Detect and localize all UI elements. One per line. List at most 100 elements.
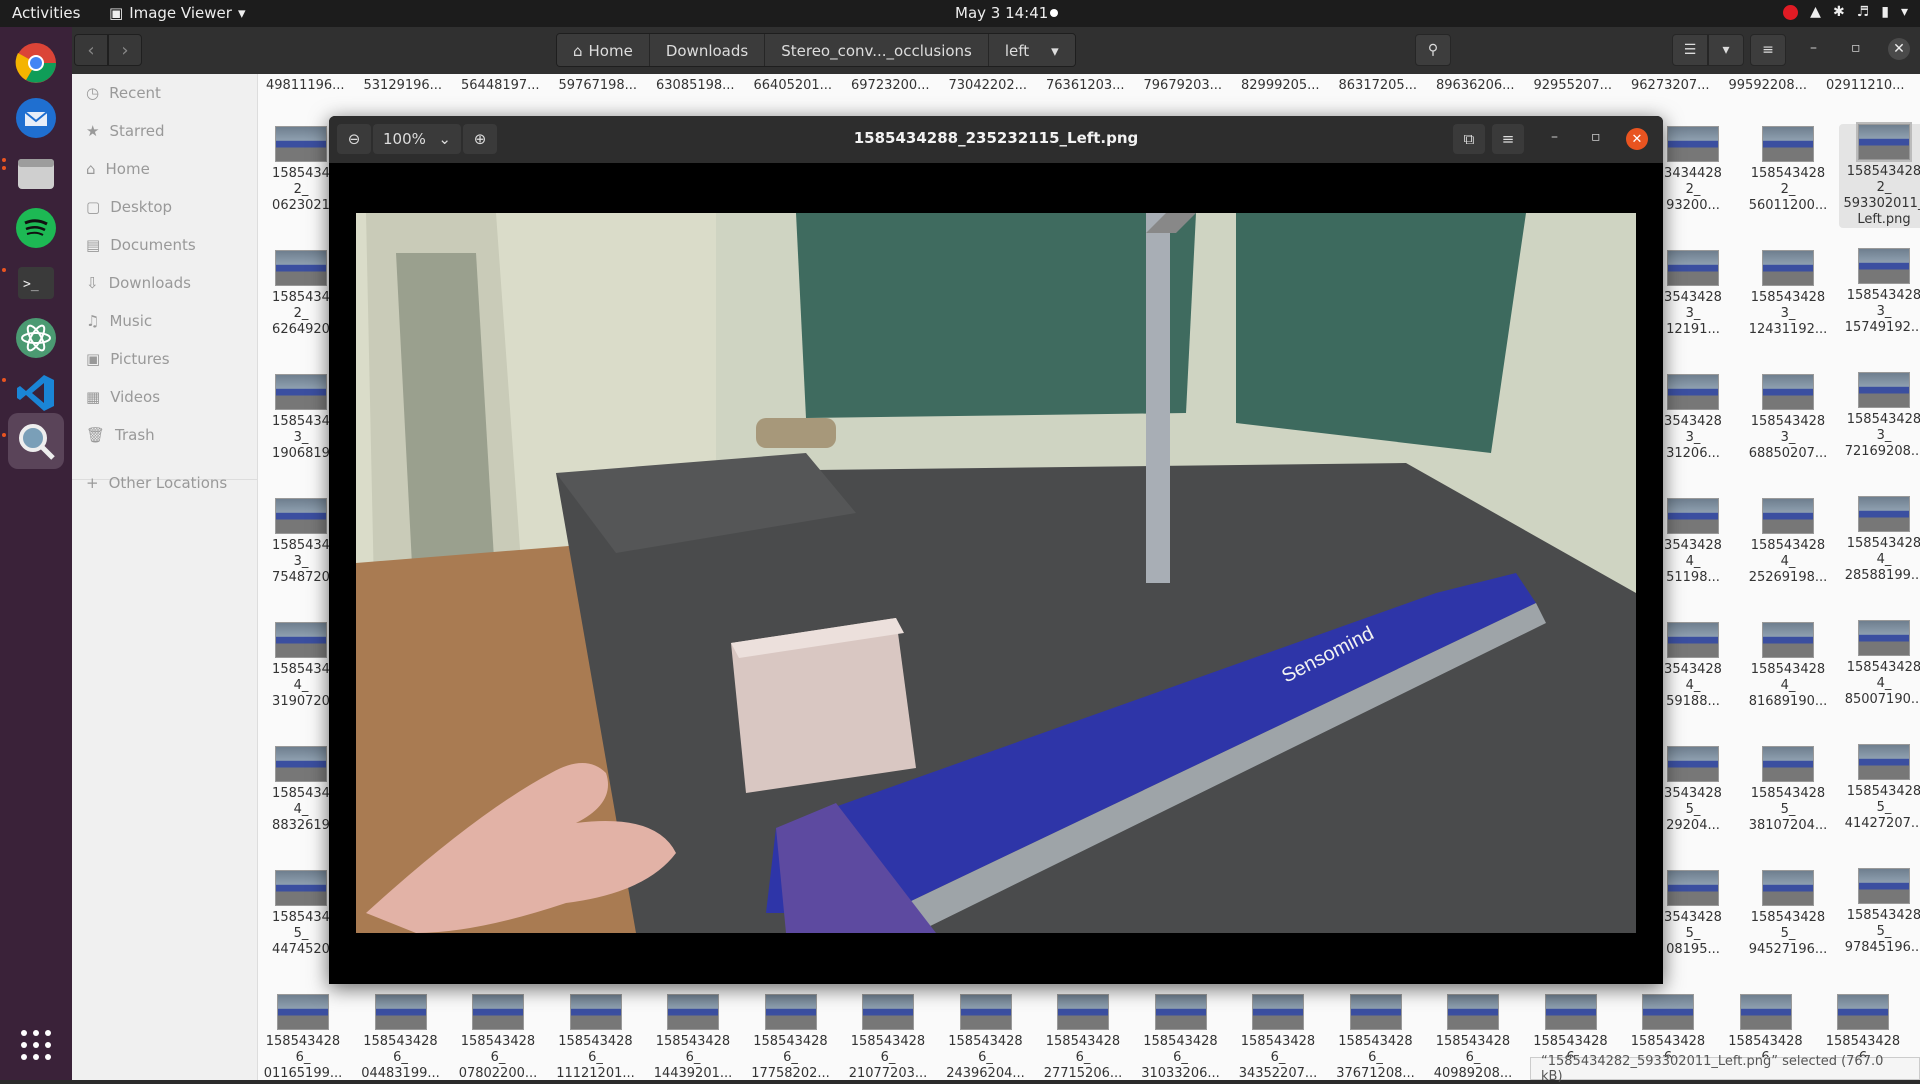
viewer-menu-button[interactable]: ≡ [1492, 124, 1524, 154]
close-button[interactable]: ✕ [1888, 38, 1910, 60]
sidebar-item-videos[interactable]: ▦ Videos [86, 382, 160, 412]
activities-button[interactable]: Activities [12, 4, 80, 22]
file-name-partial[interactable]: 89636206... [1436, 78, 1515, 93]
clock[interactable]: May 3 14:41 [955, 4, 1048, 22]
sidebar-item-starred[interactable]: ★ Starred [86, 116, 165, 146]
file-name-line: 6_ [393, 1050, 408, 1065]
file-name-line: 68850207... [1748, 446, 1828, 461]
image-thumbnail [1739, 994, 1792, 1030]
file-item[interactable]: 158543428 5_ 41427207... [1839, 744, 1920, 832]
file-name-line: 5_ [1876, 800, 1892, 815]
do-not-disturb-icon[interactable] [1783, 4, 1799, 20]
file-name-partial[interactable]: 73042202... [949, 78, 1028, 93]
file-name-partial[interactable]: 92955207... [1534, 78, 1613, 93]
sidebar-item-trash[interactable]: 🗑 Trash [86, 420, 155, 450]
sidebar-item-pictures[interactable]: ▣ Pictures [86, 344, 170, 374]
rotate-icon: ⧉ [1463, 130, 1475, 148]
file-name-partial[interactable]: 99592208... [1729, 78, 1808, 93]
crumb-downloads[interactable]: Downloads [649, 34, 766, 66]
list-view-button[interactable]: ☰ [1672, 34, 1708, 66]
sidebar-item-recent[interactable]: ◷ Recent [86, 78, 161, 108]
file-item[interactable]: 158543428 3_ 68850207... [1743, 374, 1833, 462]
view-options-button[interactable]: ▾ [1708, 34, 1744, 66]
file-item[interactable]: 158543428 5_ 38107204... [1743, 746, 1833, 834]
maximize-button[interactable]: ▫ [1851, 40, 1861, 56]
sidebar-item-music[interactable]: ♫ Music [86, 306, 152, 336]
dock-spotify[interactable] [8, 200, 64, 256]
file-item[interactable]: 158543428 4_ 28588199... [1839, 496, 1920, 584]
file-item[interactable]: 158543428 6_ 07802200... [453, 994, 543, 1080]
image-thumbnail [1447, 994, 1499, 1030]
file-item[interactable]: 158543428 4_ 81689190... [1743, 622, 1833, 710]
viewer-minimize-button[interactable]: – [1551, 129, 1558, 145]
file-item[interactable]: 158543428 5_ 94527196... [1743, 870, 1833, 958]
file-item[interactable]: 158543428 6_ 11121201... [551, 994, 641, 1080]
back-button[interactable]: ‹ [74, 34, 108, 66]
file-name-partial[interactable]: 69723200... [851, 78, 930, 93]
rotate-button[interactable]: ⧉ [1453, 124, 1485, 154]
file-name-partial[interactable]: 49811196... [266, 78, 345, 93]
file-item[interactable]: 158543428 5_ 97845196... [1839, 868, 1920, 956]
viewer-close-button[interactable]: ✕ [1626, 128, 1648, 150]
file-item[interactable]: 158543428 6_ 34352207... [1233, 994, 1323, 1080]
app-menu[interactable]: ▣ Image Viewer ▾ [109, 4, 245, 22]
file-item[interactable]: 158543428 4_ 85007190... [1839, 620, 1920, 708]
sidebar-item-documents[interactable]: ▤ Documents [86, 230, 196, 260]
show-apps-button[interactable] [8, 1017, 64, 1073]
file-item[interactable]: 158543428 3_ 12431192... [1743, 250, 1833, 338]
menu-button[interactable]: ≡ [1750, 34, 1786, 66]
file-name-partial[interactable]: 56448197... [461, 78, 540, 93]
dock-thunderbird[interactable] [8, 90, 64, 146]
dock-terminal[interactable]: >_ [8, 255, 64, 311]
file-name-partial[interactable]: 63085198... [656, 78, 735, 93]
minimize-button[interactable]: – [1810, 40, 1817, 56]
file-name-partial[interactable]: 66405201... [754, 78, 833, 93]
file-name-line: 158543428 [1435, 1034, 1511, 1049]
search-button[interactable]: ⚲ [1415, 34, 1451, 66]
file-item[interactable]: 158543428 6_ 21077203... [843, 994, 933, 1080]
dock-files[interactable] [8, 145, 64, 201]
file-item[interactable]: 158543428 3_ 15749192... [1839, 248, 1920, 336]
file-item[interactable]: 158543428 2_ 593302011_ Left.png [1839, 122, 1920, 228]
file-item[interactable]: 158543428 6_ 14439201... [648, 994, 738, 1080]
crumb-left[interactable]: left ▾ [988, 34, 1075, 66]
file-item[interactable]: 158543428 6_ 31033206... [1136, 994, 1226, 1080]
file-name-partial[interactable]: 82999205... [1241, 78, 1320, 93]
image-thumbnail [275, 498, 327, 534]
system-tray[interactable]: ▲ ✱ ♬ ▮ ▾ [1783, 4, 1908, 20]
crumb-home[interactable]: ⌂ Home [557, 34, 650, 66]
file-name-line: 21077203... [848, 1066, 928, 1080]
file-item[interactable]: 158543428 6_ 04483199... [356, 994, 446, 1080]
app-name: Image Viewer [129, 4, 232, 22]
dock-image-viewer[interactable] [8, 413, 64, 469]
file-name-partial[interactable]: 53129196... [364, 78, 443, 93]
sidebar-item-downloads[interactable]: ⇩ Downloads [86, 268, 191, 298]
file-name-partial[interactable]: 86317205... [1339, 78, 1418, 93]
file-name-line: 158543428 [1533, 1034, 1608, 1049]
file-item[interactable]: 158543428 4_ 25269198... [1743, 498, 1833, 586]
file-item[interactable]: 158543428 3_ 72169208... [1839, 372, 1920, 460]
file-item[interactable]: 158543428 2_ 56011200... [1743, 126, 1833, 214]
file-item[interactable]: 158543428 6_ 17758202... [746, 994, 836, 1080]
file-name-line: 158543428 [1750, 662, 1826, 677]
file-name-partial[interactable]: 76361203... [1046, 78, 1125, 93]
file-name-partial[interactable]: 96273207... [1631, 78, 1710, 93]
crumb-stereo[interactable]: Stereo_conv..._occlusions [765, 34, 989, 66]
dock-atom[interactable] [8, 310, 64, 366]
viewer-maximize-button[interactable]: ▫ [1591, 129, 1601, 145]
file-name-line: 158543428 [1750, 786, 1826, 801]
file-name-partial[interactable]: 59767198... [559, 78, 638, 93]
file-item[interactable]: 158543428 6_ 40989208... [1428, 994, 1518, 1080]
sidebar-item-home[interactable]: ⌂ Home [86, 154, 150, 184]
sidebar-item-other-locations[interactable]: + Other Locations [86, 468, 227, 498]
sidebar-item-desktop[interactable]: ▢ Desktop [86, 192, 172, 222]
file-name-partial[interactable]: 79679203... [1144, 78, 1223, 93]
file-item[interactable]: 158543428 6_ 37671208... [1331, 994, 1421, 1080]
file-item[interactable]: 158543428 6_ 01165199... [258, 994, 348, 1080]
image-thumbnail [959, 994, 1012, 1030]
dock-chrome[interactable] [8, 35, 64, 91]
file-item[interactable]: 158543428 6_ 27715206... [1038, 994, 1128, 1080]
forward-button[interactable]: › [108, 34, 142, 66]
file-name-partial[interactable]: 02911210... [1826, 78, 1905, 93]
file-item[interactable]: 158543428 6_ 24396204... [941, 994, 1031, 1080]
